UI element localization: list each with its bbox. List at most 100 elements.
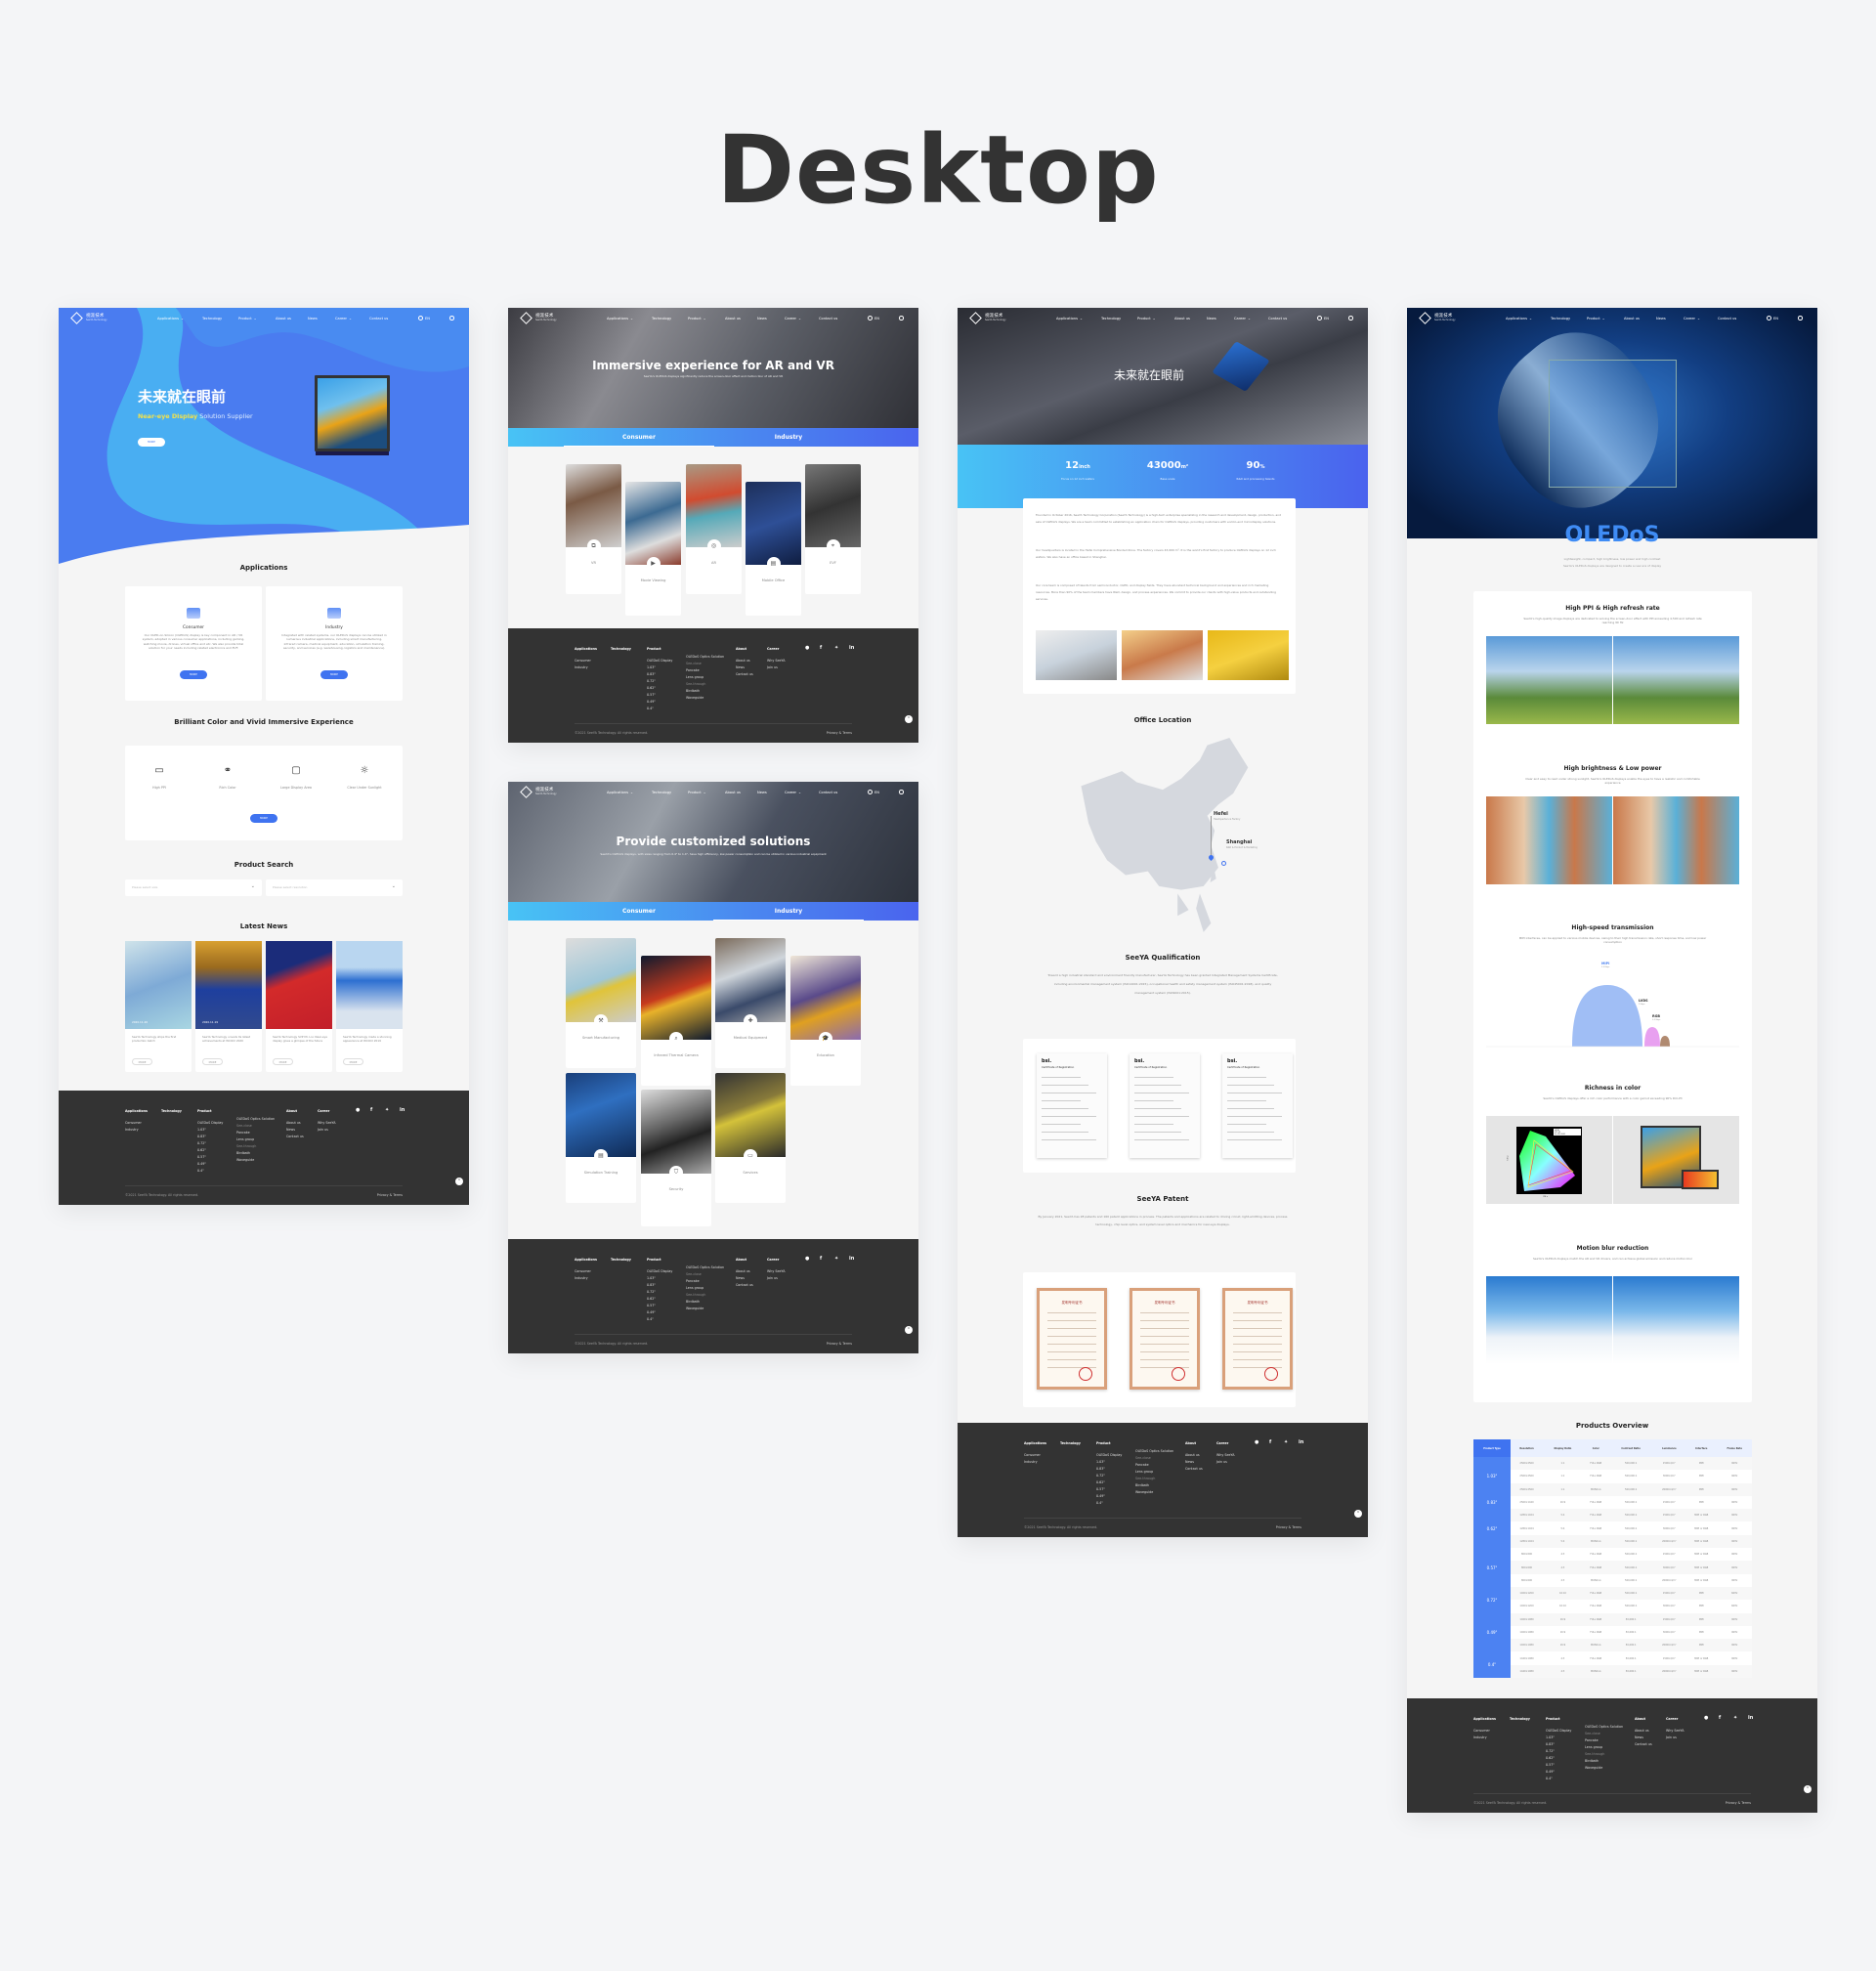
nav-item-contact-us[interactable]: Contact us xyxy=(1268,317,1287,321)
footer-link[interactable]: 0.72" xyxy=(647,1290,672,1297)
footer-link[interactable]: OLEDoS Optics Solution xyxy=(1135,1449,1173,1456)
tab-consumer[interactable]: Consumer xyxy=(564,902,714,921)
table-row[interactable]: 1920×1080 16:9 MONO-G 50,000:1 20000cd/m² MIP… xyxy=(1473,1639,1752,1652)
footer-link[interactable]: Waveguide xyxy=(236,1158,275,1165)
nav-item-product[interactable]: Product ⌄ xyxy=(1137,317,1156,321)
nav-item-product[interactable]: Product ⌄ xyxy=(1587,317,1605,321)
globe-icon[interactable] xyxy=(418,316,423,321)
back-to-top-button[interactable]: ⌃ xyxy=(905,715,913,723)
nav-item-applications[interactable]: Applications ⌄ xyxy=(1506,317,1532,321)
footer-heading[interactable]: Applications xyxy=(575,1258,597,1262)
footer-link[interactable]: 0.57" xyxy=(647,693,672,700)
application-card[interactable]: ⌕ Infrared Thermal Camera xyxy=(641,956,711,1086)
footer-link[interactable]: Industry xyxy=(125,1128,148,1135)
news-more-button[interactable]: MORE xyxy=(132,1058,152,1065)
language-switch[interactable]: EN xyxy=(874,317,879,321)
footer-heading[interactable]: Career xyxy=(767,647,786,651)
footer-link[interactable]: 0.4" xyxy=(1096,1501,1122,1508)
footer-link[interactable]: About us xyxy=(736,1269,753,1276)
nav-item-about-us[interactable]: About us xyxy=(725,791,741,794)
twitter-icon[interactable]: ✦ xyxy=(1284,1439,1288,1445)
iso-certificate[interactable]: bsi. Certificate of Registration xyxy=(1130,1053,1200,1158)
search-icon[interactable] xyxy=(449,316,454,321)
nav-item-career[interactable]: Career ⌄ xyxy=(335,317,352,321)
footer-link[interactable]: Consumer xyxy=(575,1269,597,1276)
footer-link[interactable]: 0.4" xyxy=(647,1317,672,1324)
features-more-button[interactable]: MORE xyxy=(250,814,277,823)
footer-link[interactable]: OLEDoS Optics Solution xyxy=(236,1117,275,1124)
footer-link[interactable]: Birdbath xyxy=(686,689,724,696)
footer-link[interactable]: About us xyxy=(286,1121,304,1128)
footer-link[interactable]: 0.83" xyxy=(647,672,672,679)
language-switch[interactable]: EN xyxy=(874,791,879,794)
footer-link[interactable]: Birdbath xyxy=(1135,1483,1173,1490)
footer-heading[interactable]: About xyxy=(1185,1441,1203,1445)
facebook-icon[interactable]: f xyxy=(1269,1439,1271,1445)
footer-link[interactable]: Lens group xyxy=(236,1137,275,1144)
footer-link[interactable]: 0.62" xyxy=(197,1148,223,1155)
footer-link[interactable]: Consumer xyxy=(1473,1729,1496,1735)
footer-heading[interactable]: Product xyxy=(1546,1717,1571,1721)
wechat-icon[interactable]: ● xyxy=(1255,1439,1258,1445)
application-card[interactable]: ⚒ Smart Manufacturing xyxy=(566,938,636,1068)
footer-link[interactable]: Lens group xyxy=(686,675,724,682)
nav-item-applications[interactable]: Applications ⌄ xyxy=(1056,317,1083,321)
footer-link[interactable]: News xyxy=(1185,1460,1203,1467)
footer-link[interactable]: 0.62" xyxy=(647,686,672,693)
footer-link[interactable]: Lens group xyxy=(1135,1470,1173,1477)
footer-link[interactable]: Pancake xyxy=(1135,1463,1173,1470)
footer-heading[interactable]: About xyxy=(736,647,753,651)
footer-link[interactable]: Pancake xyxy=(1585,1738,1623,1745)
footer-heading[interactable]: Product xyxy=(197,1109,223,1113)
nav-item-career[interactable]: Career ⌄ xyxy=(1684,317,1700,321)
tab-industry[interactable]: Industry xyxy=(713,428,864,447)
footer-link[interactable]: Contact us xyxy=(1185,1467,1203,1474)
footer-link[interactable]: 0.4" xyxy=(197,1169,223,1176)
footer-link[interactable]: Join us xyxy=(767,1276,786,1283)
footer-link[interactable]: OLEDoS Optics Solution xyxy=(1585,1725,1623,1732)
footer-link[interactable]: OLEDoS Display xyxy=(1096,1453,1122,1460)
table-row[interactable]: 1280×1024 5:4 MONO-G 500,000:1 20000cd/m² MIP… xyxy=(1473,1534,1752,1549)
nav-item-news[interactable]: News xyxy=(308,317,318,321)
privacy-terms-link[interactable]: Privacy & Terms xyxy=(827,1342,852,1346)
wechat-icon[interactable]: ● xyxy=(1704,1715,1708,1721)
twitter-icon[interactable]: ✦ xyxy=(385,1107,389,1113)
table-row[interactable]: 0.83" 2560×1440 16:9 FULL RGB 500,000:1 1500c… xyxy=(1473,1495,1752,1510)
nav-item-applications[interactable]: Applications ⌄ xyxy=(607,317,633,321)
footer-link[interactable]: 0.72" xyxy=(197,1141,223,1148)
nav-item-technology[interactable]: Technology xyxy=(652,791,671,794)
footer-link[interactable]: About us xyxy=(1185,1453,1203,1460)
language-switch[interactable]: EN xyxy=(1324,317,1329,321)
footer-link[interactable]: Why SeeYA xyxy=(767,659,786,665)
wechat-icon[interactable]: ● xyxy=(805,645,809,651)
logo[interactable]: 视涯技术 SeeYA Technology xyxy=(969,312,1010,324)
patent-certificate[interactable]: 发明专利证书 xyxy=(1037,1288,1107,1390)
language-switch[interactable]: EN xyxy=(1773,317,1778,321)
globe-icon[interactable] xyxy=(1317,316,1322,321)
nav-item-about-us[interactable]: About us xyxy=(1624,317,1640,321)
footer-heading[interactable]: Applications xyxy=(1024,1441,1046,1445)
tab-industry[interactable]: Industry xyxy=(713,902,864,921)
twitter-icon[interactable]: ✦ xyxy=(1733,1715,1737,1721)
logo[interactable]: 视涯技术 SeeYA Technology xyxy=(520,312,561,324)
footer-link[interactable]: 0.49" xyxy=(197,1162,223,1169)
linkedin-icon[interactable]: in xyxy=(1748,1715,1753,1721)
table-row[interactable]: 0.72" 1920×1200 16:10 FULL RGB 500,000:1 1500… xyxy=(1473,1586,1752,1613)
footer-link[interactable]: OLEDoS Display xyxy=(647,659,672,665)
logo[interactable]: 视涯技术 SeeYA Technology xyxy=(520,786,561,798)
footer-link[interactable]: Pancake xyxy=(686,668,724,675)
footer-heading[interactable]: Product xyxy=(647,1258,672,1262)
footer-link[interactable]: Lens group xyxy=(1585,1745,1623,1752)
news-card[interactable]: 2020.11.19 SeeYA Technology unveils its l… xyxy=(195,941,262,1072)
globe-icon[interactable] xyxy=(1767,316,1771,321)
footer-heading[interactable]: Applications xyxy=(125,1109,148,1113)
application-card[interactable]: 🎓 Education xyxy=(790,956,861,1086)
linkedin-icon[interactable]: in xyxy=(849,1256,854,1262)
footer-heading[interactable]: Technology xyxy=(161,1109,182,1113)
footer-link[interactable]: 0.72" xyxy=(1096,1474,1122,1480)
footer-link[interactable]: Waveguide xyxy=(1135,1490,1173,1497)
facebook-icon[interactable]: f xyxy=(820,645,822,651)
footer-link[interactable]: 0.49" xyxy=(1096,1494,1122,1501)
footer-link[interactable]: News xyxy=(736,1276,753,1283)
footer-link[interactable]: Why SeeYA xyxy=(1666,1729,1684,1735)
